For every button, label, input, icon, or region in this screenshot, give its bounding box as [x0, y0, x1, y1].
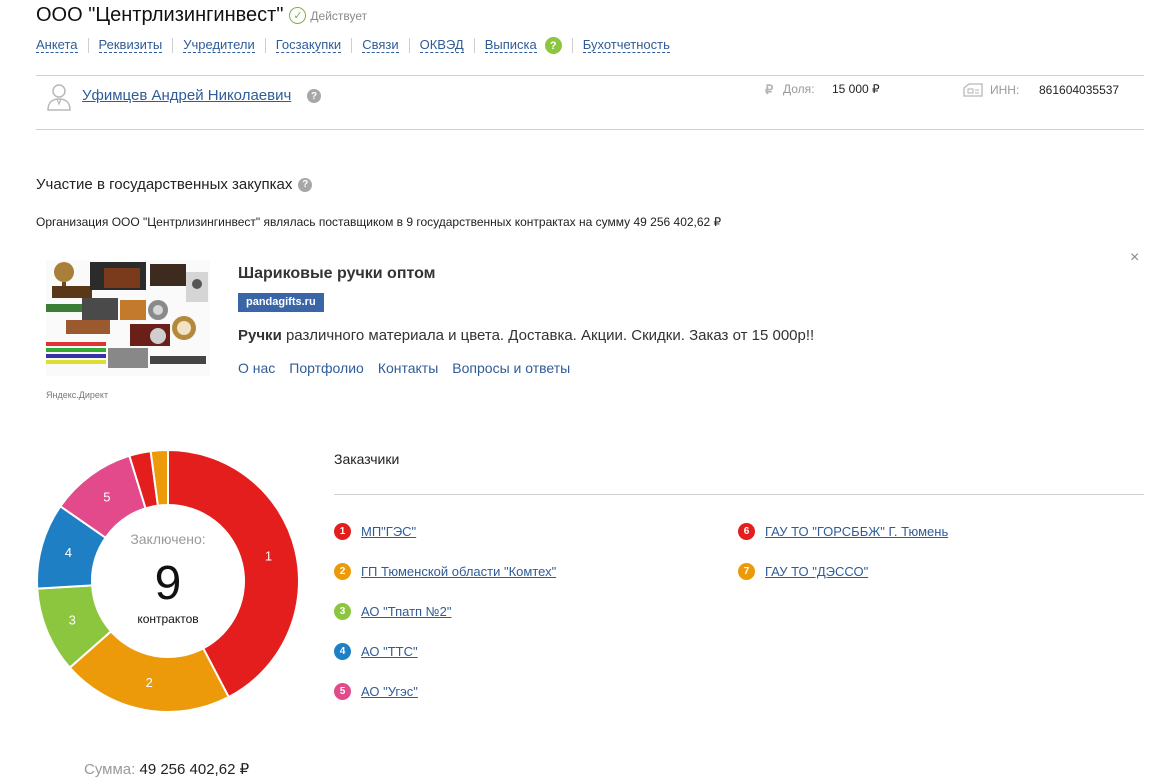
- customer-item: 4 АО "ТТС": [334, 643, 418, 660]
- share-label: Доля:: [783, 82, 815, 96]
- tab-divider: [351, 38, 353, 53]
- customer-badge: 5: [334, 683, 351, 700]
- tab-buhotchetnost[interactable]: Бухотчетность: [582, 38, 670, 53]
- ruble-icon: ₽: [765, 82, 774, 97]
- customer-item: 7 ГАУ ТО "ДЭССО": [738, 563, 868, 580]
- id-card-icon: [963, 83, 983, 97]
- tab-divider: [264, 38, 266, 53]
- divider: [36, 75, 1144, 76]
- founder-row: Уфимцев Андрей Николаевич ? ₽ Доля: 15 0…: [46, 82, 1144, 112]
- tab-svyazi[interactable]: Связи: [362, 38, 399, 53]
- section-title: Участие в государственных закупках ?: [36, 176, 313, 193]
- customer-item: 3 АО "Тпатп №2": [334, 603, 451, 620]
- donut-center-label: Заключено:: [130, 531, 206, 547]
- tab-okved[interactable]: ОКВЭД: [419, 38, 464, 53]
- ad-link-about[interactable]: О нас: [238, 360, 275, 376]
- help-icon[interactable]: ?: [298, 177, 313, 192]
- help-icon[interactable]: ?: [544, 37, 562, 54]
- check-circle-icon: ✓: [289, 7, 307, 24]
- donut-center-count: 9: [154, 557, 182, 610]
- customer-link[interactable]: АО "ТТС": [361, 644, 418, 659]
- tab-divider: [408, 38, 410, 53]
- customer-badge: 4: [334, 643, 351, 660]
- customer-link[interactable]: ГАУ ТО "ГОРСББЖ" Г. Тюмень: [765, 524, 948, 539]
- donut-center-unit: контрактов: [137, 612, 199, 626]
- ad-image[interactable]: [46, 260, 210, 376]
- tab-divider: [571, 38, 573, 53]
- customer-item: 6 ГАУ ТО "ГОРСББЖ" Г. Тюмень: [738, 523, 948, 540]
- customer-link[interactable]: АО "Угэс": [361, 684, 418, 699]
- tab-divider: [172, 38, 174, 53]
- ad-source-label: Яндекс.Директ: [46, 390, 109, 400]
- tab-anketa[interactable]: Анкета: [36, 38, 78, 53]
- inn-label: ИНН:: [990, 83, 1020, 97]
- founder-name-link[interactable]: Уфимцев Андрей Николаевич: [82, 87, 291, 104]
- customer-item: 2 ГП Тюменской области "Комтех": [334, 563, 556, 580]
- customer-link[interactable]: ГАУ ТО "ДЭССО": [765, 564, 868, 579]
- tab-uchrediteli[interactable]: Учредители: [183, 38, 255, 53]
- status-label: Действует: [310, 8, 368, 23]
- person-icon: [47, 84, 71, 111]
- sum-label: Сумма:: [84, 761, 136, 778]
- tab-rekvizity[interactable]: Реквизиты: [98, 38, 163, 53]
- customer-item: 5 АО "Угэс": [334, 683, 418, 700]
- inn-value: 861604035537: [1039, 83, 1120, 97]
- customer-badge: 6: [738, 523, 755, 540]
- customer-link[interactable]: ГП Тюменской области "Комтех": [361, 564, 556, 579]
- ad-text: Ручки различного материала и цвета. Дост…: [238, 327, 814, 344]
- ad-links: О нас Портфолио Контакты Вопросы и ответ…: [238, 360, 570, 376]
- contracts-sum: Сумма: 49 256 402,62 ₽: [84, 760, 249, 778]
- ad-domain-badge[interactable]: pandagifts.ru: [238, 293, 324, 312]
- donut-slice-label: 2: [146, 675, 153, 690]
- customer-badge: 3: [334, 603, 351, 620]
- close-icon[interactable]: ×: [1130, 249, 1139, 267]
- ad-text-bold: Ручки: [238, 327, 282, 344]
- customer-link[interactable]: АО "Тпатп №2": [361, 604, 451, 619]
- company-title: ООО "Центрлизингинвест": [36, 4, 284, 26]
- customer-badge: 7: [738, 563, 755, 580]
- ad-link-faq[interactable]: Вопросы и ответы: [452, 360, 570, 376]
- tabs-nav: Анкета Реквизиты Учредители Госзакупки С…: [36, 37, 670, 54]
- header: ООО "Центрлизингинвест" ✓ Действует: [36, 4, 367, 27]
- tab-goszakupki[interactable]: Госзакупки: [275, 38, 342, 53]
- procurement-summary: Организация ООО "Центрлизингинвест" явля…: [36, 215, 722, 229]
- sum-value: 49 256 402,62 ₽: [139, 761, 250, 778]
- divider: [36, 129, 1144, 130]
- customer-badge: 1: [334, 523, 351, 540]
- ad-title[interactable]: Шариковые ручки оптом: [238, 265, 436, 283]
- customers-title: Заказчики: [334, 451, 400, 467]
- tab-divider: [87, 38, 89, 53]
- tab-vypiska[interactable]: Выписка: [484, 38, 537, 53]
- divider: [334, 494, 1144, 495]
- donut-slice-label: 5: [103, 489, 110, 504]
- status-badge: ✓ Действует: [289, 7, 367, 24]
- customer-link[interactable]: МП"ГЭС": [361, 524, 416, 539]
- help-icon[interactable]: ?: [307, 89, 321, 103]
- ad-link-portfolio[interactable]: Портфолио: [289, 360, 364, 376]
- customer-badge: 2: [334, 563, 351, 580]
- tab-divider: [473, 38, 475, 53]
- customer-item: 1 МП"ГЭС": [334, 523, 416, 540]
- ad-text-rest: различного материала и цвета. Доставка. …: [281, 327, 815, 344]
- share-value: 15 000 ₽: [832, 82, 880, 96]
- section-title-text: Участие в государственных закупках: [36, 176, 293, 193]
- ad-link-contacts[interactable]: Контакты: [378, 360, 438, 376]
